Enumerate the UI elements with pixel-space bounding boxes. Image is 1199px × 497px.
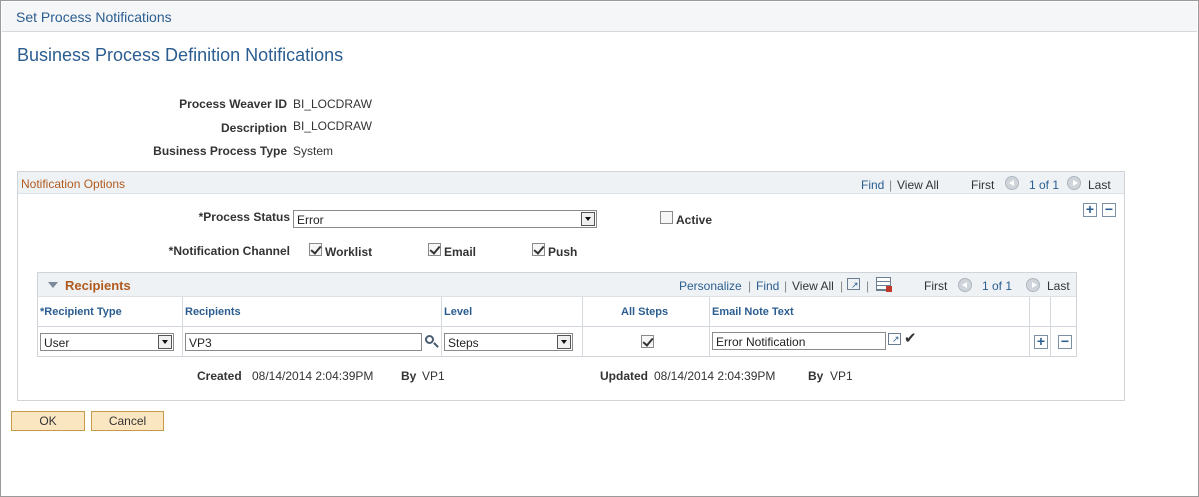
process-status-label: *Process Status — [198, 210, 290, 224]
next-arrow-icon[interactable] — [1067, 176, 1081, 190]
chevron-down-icon[interactable] — [557, 335, 571, 349]
column-divider — [1029, 297, 1030, 357]
chevron-down-icon[interactable] — [581, 212, 595, 226]
find-link[interactable]: Find — [756, 279, 779, 293]
recipient-type-value: User — [44, 336, 70, 350]
push-label: Push — [548, 245, 578, 259]
nav-separator: | — [748, 279, 752, 293]
col-level[interactable]: Level — [444, 306, 472, 318]
expand-text-icon[interactable]: ↗ — [888, 333, 901, 345]
recipients-title: Recipients — [65, 278, 131, 293]
recipients-header: Recipients Personalize | Find | View All… — [38, 273, 1076, 297]
column-divider — [441, 297, 442, 357]
page-frame: Set Process Notifications Business Proce… — [0, 0, 1199, 497]
column-divider — [709, 297, 710, 357]
download-grid-icon[interactable] — [876, 277, 892, 292]
column-divider — [182, 297, 183, 357]
nav-separator: | — [784, 279, 788, 293]
previous-arrow-icon[interactable] — [1005, 176, 1019, 190]
zoom-icon[interactable]: ↗ — [847, 278, 860, 290]
worklist-checkbox[interactable] — [309, 243, 322, 256]
email-label: Email — [444, 245, 477, 259]
cancel-button[interactable]: Cancel — [91, 411, 164, 431]
window-titlebar: Set Process Notifications — [2, 2, 1197, 32]
find-link[interactable]: Find — [861, 178, 884, 192]
col-all-steps[interactable]: All Steps — [621, 306, 668, 318]
updated-by-value: VP1 — [830, 369, 853, 383]
worklist-label: Worklist — [325, 245, 373, 259]
process-status-select[interactable]: Error — [293, 210, 597, 228]
active-label: Active — [676, 213, 713, 227]
previous-arrow-icon[interactable] — [958, 278, 972, 292]
row-range: 1 of 1 — [982, 279, 1013, 293]
col-email-note-text[interactable]: Email Note Text — [712, 306, 794, 318]
last-link[interactable]: Last — [1047, 279, 1070, 293]
email-checkbox[interactable] — [428, 243, 441, 256]
updated-label: Updated — [600, 369, 648, 383]
recipient-type-select[interactable]: User — [40, 333, 174, 351]
created-by-label: By — [401, 369, 417, 383]
next-arrow-icon[interactable] — [1026, 278, 1040, 292]
push-checkbox[interactable] — [532, 243, 545, 256]
delete-row-icon[interactable]: − — [1102, 202, 1116, 217]
nav-separator: | — [840, 279, 844, 293]
personalize-link[interactable]: Personalize — [679, 279, 742, 293]
view-all-link[interactable]: View All — [897, 178, 939, 192]
notification-options-title: Notification Options — [21, 177, 126, 191]
add-row-icon[interactable]: + — [1034, 334, 1048, 349]
spellcheck-icon[interactable]: ✔ — [904, 329, 917, 347]
business-process-type-value: System — [293, 144, 334, 158]
first-link[interactable]: First — [924, 279, 947, 293]
created-label: Created — [197, 369, 242, 383]
created-by-value: VP1 — [422, 369, 445, 383]
all-steps-checkbox[interactable] — [641, 335, 654, 348]
recipients-value: VP3 — [189, 336, 212, 350]
process-status-value: Error — [297, 213, 324, 227]
first-link[interactable]: First — [971, 178, 994, 192]
last-link[interactable]: Last — [1088, 178, 1111, 192]
collapse-triangle-icon[interactable] — [48, 282, 58, 288]
email-note-text-input[interactable]: Error Notification — [712, 332, 886, 350]
business-process-type-label: Business Process Type — [153, 144, 287, 158]
level-select[interactable]: Steps — [444, 333, 573, 351]
col-recipients[interactable]: Recipients — [185, 306, 241, 318]
view-all-link[interactable]: View All — [792, 279, 834, 293]
recipients-input[interactable]: VP3 — [185, 333, 422, 351]
active-checkbox[interactable] — [660, 211, 673, 224]
level-value: Steps — [448, 336, 479, 350]
email-note-text-value: Error Notification — [716, 335, 806, 349]
nav-separator: | — [889, 178, 893, 192]
column-divider — [582, 297, 583, 357]
notification-channel-label: *Notification Channel — [168, 244, 290, 258]
add-row-icon[interactable]: + — [1083, 202, 1097, 217]
updated-by-label: By — [808, 369, 824, 383]
nav-separator: | — [866, 279, 870, 293]
chevron-down-icon[interactable] — [158, 335, 172, 349]
delete-row-icon[interactable]: − — [1058, 334, 1072, 349]
lookup-icon[interactable] — [425, 335, 439, 348]
recipients-grid: Recipients Personalize | Find | View All… — [37, 272, 1077, 357]
description-label: Description — [220, 121, 287, 135]
notification-options-section: Notification Options Find | View All Fir… — [17, 171, 1125, 401]
notification-options-header: Notification Options Find | View All Fir… — [18, 172, 1124, 194]
row-range: 1 of 1 — [1029, 178, 1060, 192]
window-title: Set Process Notifications — [16, 9, 172, 25]
created-value: 08/14/2014 2:04:39PM — [252, 369, 374, 383]
page-title: Business Process Definition Notification… — [17, 45, 344, 65]
column-divider — [1050, 297, 1051, 357]
col-recipient-type[interactable]: *Recipient Type — [40, 306, 122, 318]
recipients-column-headers: *Recipient Type Recipients Level All Ste… — [38, 297, 1076, 327]
updated-value: 08/14/2014 2:04:39PM — [654, 369, 776, 383]
process-weaver-id-label: Process Weaver ID — [179, 97, 287, 111]
ok-button[interactable]: OK — [11, 411, 85, 431]
process-weaver-id-value: BI_LOCDRAW — [293, 97, 372, 111]
description-value: BI_LOCDRAW — [293, 119, 372, 133]
